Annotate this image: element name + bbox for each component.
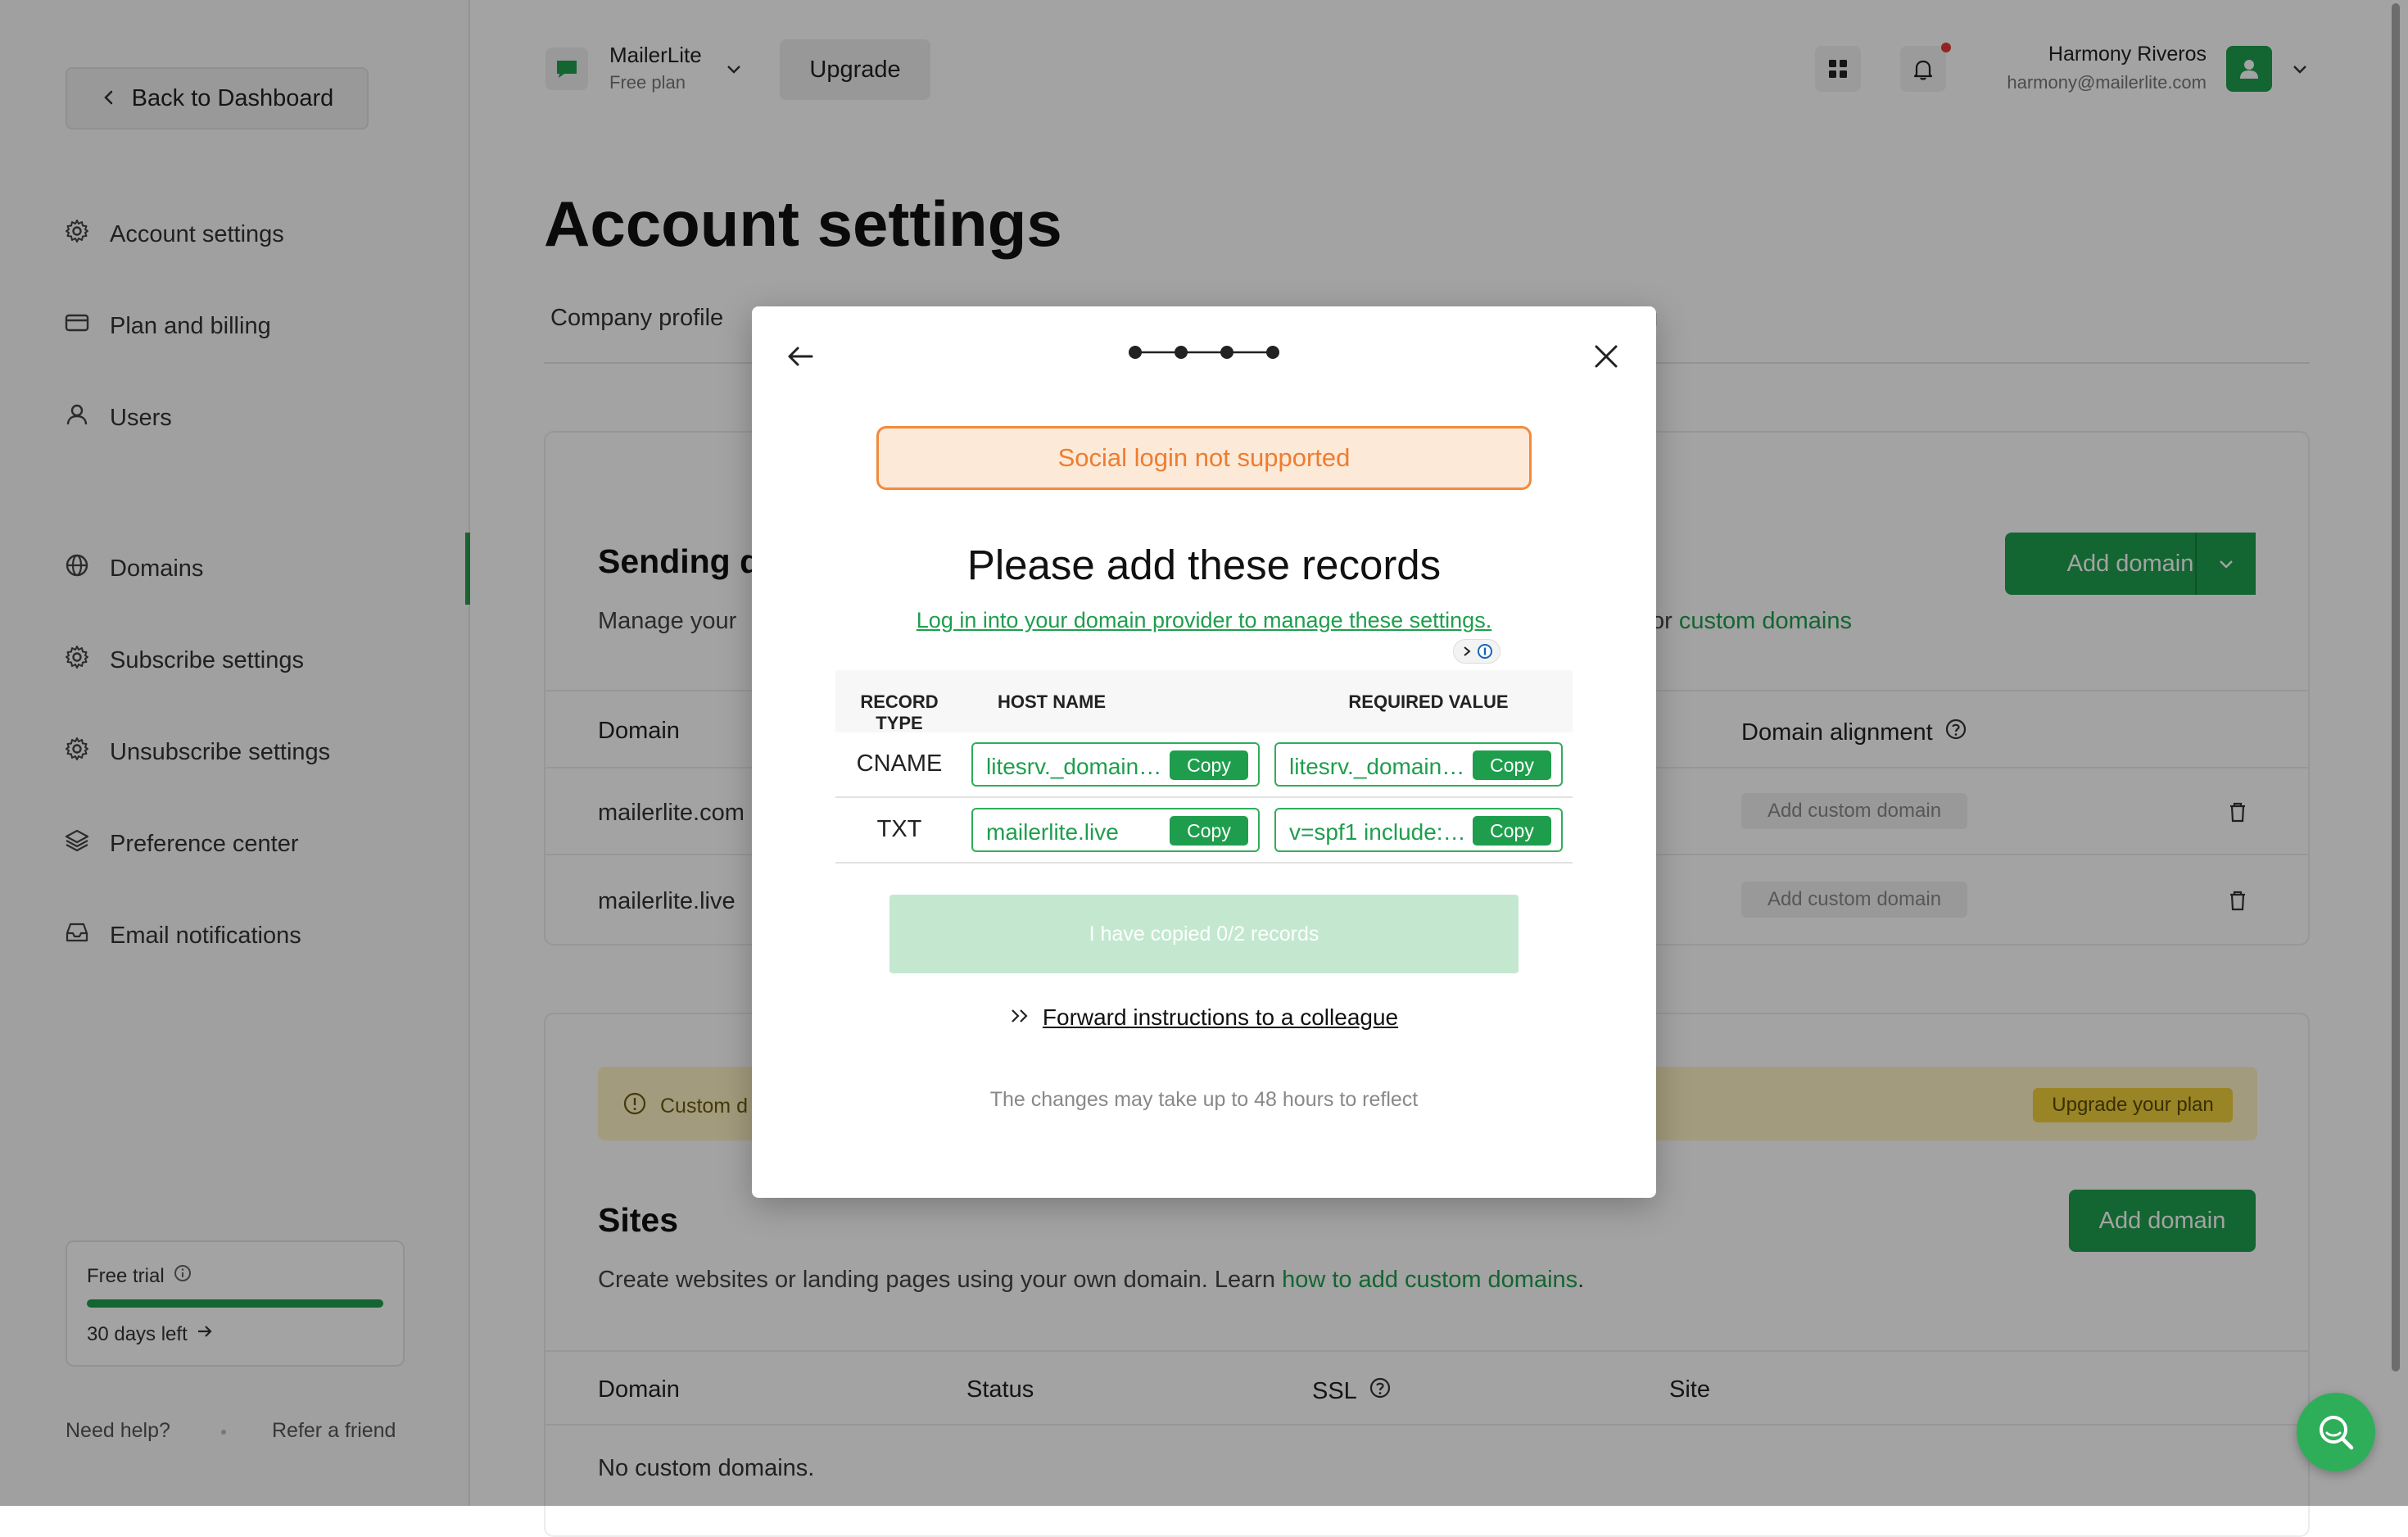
- step-dot: [1220, 346, 1233, 359]
- arrow-left-icon: [788, 347, 813, 366]
- step-indicator: [1127, 344, 1281, 365]
- domain-provider-link[interactable]: Log in into your domain provider to mana…: [752, 608, 1656, 633]
- copied-records-button[interactable]: I have copied 0/2 records: [889, 895, 1519, 973]
- social-login-banner: Social login not supported: [876, 426, 1532, 490]
- record-row: CNAME litesrv._domainkey.mailerlite.live…: [835, 732, 1573, 798]
- record-row: TXT mailerlite.live Copy v=spf1 include:…: [835, 798, 1573, 864]
- double-chevron-right-icon: [1010, 1004, 1031, 1031]
- required-value-field[interactable]: v=spf1 include:_spf.mlsend.com ~all Copy: [1274, 808, 1563, 852]
- modal-title: Please add these records: [966, 542, 1442, 588]
- extension-badge[interactable]: [1453, 639, 1500, 664]
- scrollbar-thumb[interactable]: [2392, 3, 2400, 1372]
- required-value-field[interactable]: litesrv._domainkey.mlsend.com Copy: [1274, 742, 1563, 787]
- record-type: TXT: [876, 816, 922, 842]
- copy-value-button[interactable]: Copy: [1473, 816, 1551, 846]
- host-name-value: mailerlite.live: [986, 819, 1119, 845]
- host-name-field[interactable]: litesrv._domainkey.mailerlite.live Copy: [971, 742, 1260, 787]
- col-required-value: REQUIRED VALUE: [1348, 691, 1509, 712]
- step-dot: [1129, 346, 1142, 359]
- record-type: CNAME: [856, 750, 943, 777]
- copy-value-button[interactable]: Copy: [1473, 750, 1551, 780]
- close-icon: [1595, 345, 1618, 368]
- password-manager-icon: [1478, 644, 1492, 659]
- step-dot: [1266, 346, 1279, 359]
- step-dot: [1175, 346, 1188, 359]
- forward-label: Forward instructions to a colleague: [1042, 1004, 1399, 1030]
- chevron-right-icon: [1464, 646, 1471, 656]
- search-icon: [2320, 1416, 2354, 1450]
- dns-records-modal: Social login not supported Please add th…: [752, 306, 1656, 1198]
- changes-note: The changes may take up to 48 hours to r…: [989, 1088, 1419, 1111]
- modal-back-button[interactable]: [780, 336, 821, 377]
- help-search-button[interactable]: [2297, 1393, 2375, 1471]
- col-host-name: HOST NAME: [998, 691, 1106, 712]
- required-value: litesrv._domainkey.mlsend.com: [1289, 754, 1466, 779]
- forward-instructions-link[interactable]: Forward instructions to a colleague: [752, 1004, 1656, 1031]
- copy-host-button[interactable]: Copy: [1170, 750, 1248, 780]
- records-table-header: RECORD TYPE HOST NAME REQUIRED VALUE: [835, 670, 1573, 733]
- copy-host-button[interactable]: Copy: [1170, 816, 1248, 846]
- modal-close-button[interactable]: [1586, 336, 1627, 377]
- required-value: v=spf1 include:_spf.mlsend.com ~all: [1289, 819, 1466, 845]
- host-name-field[interactable]: mailerlite.live Copy: [971, 808, 1260, 852]
- host-name-value: litesrv._domainkey.mailerlite.live: [986, 754, 1163, 779]
